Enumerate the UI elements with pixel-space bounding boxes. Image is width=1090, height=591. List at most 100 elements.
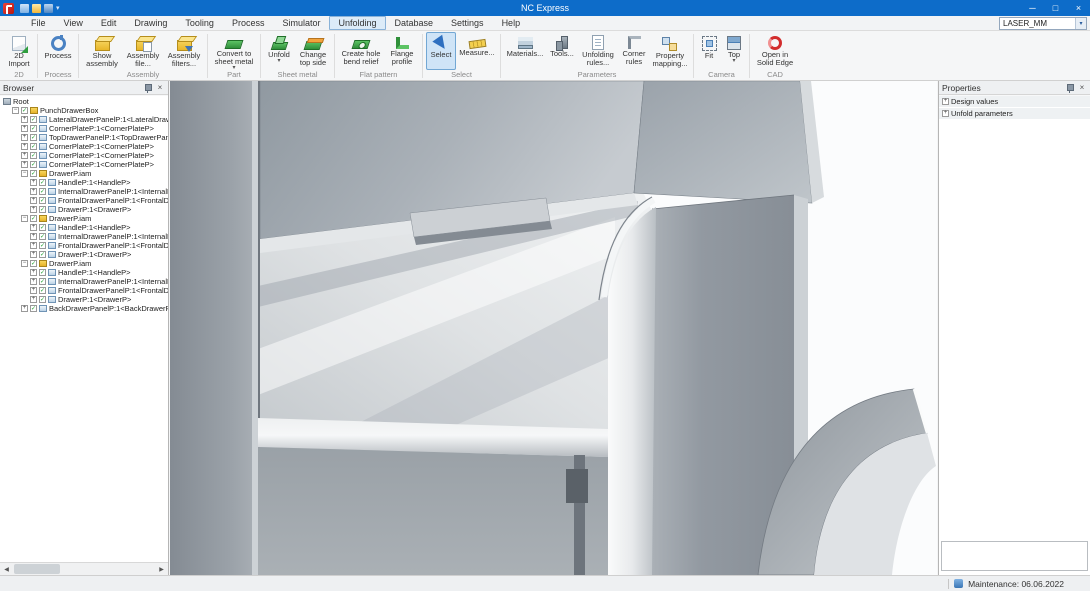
expand-icon[interactable]: + xyxy=(21,134,28,141)
checkbox[interactable]: ✓ xyxy=(39,269,46,276)
fit-button[interactable]: Fit xyxy=(697,32,721,70)
qat-icon-3[interactable] xyxy=(44,4,53,13)
machine-profile-combobox[interactable]: LASER_MM ▾ xyxy=(999,17,1087,30)
expand-icon[interactable]: + xyxy=(30,296,37,303)
tree-item[interactable]: − ✓ DrawerP.iam xyxy=(0,169,168,178)
show-assembly-button[interactable]: Show assembly xyxy=(82,32,122,70)
panel-close-icon[interactable]: × xyxy=(1077,83,1087,93)
menu-drawing[interactable]: Drawing xyxy=(125,16,176,30)
tree-item[interactable]: + ✓ HandleP:1<HandleP> xyxy=(0,178,168,187)
scroll-left-icon[interactable]: ◀ xyxy=(0,563,13,575)
tree-item[interactable]: + ✓ CornerPlateP:1<CornerPlateP> xyxy=(0,124,168,133)
expand-icon[interactable]: + xyxy=(30,242,37,249)
expand-icon[interactable]: + xyxy=(21,305,28,312)
expand-icon[interactable]: + xyxy=(30,233,37,240)
checkbox[interactable]: ✓ xyxy=(30,143,37,150)
checkbox[interactable]: ✓ xyxy=(30,152,37,159)
expand-icon[interactable]: + xyxy=(21,116,28,123)
select-button[interactable]: Select xyxy=(426,32,456,70)
menu-simulator[interactable]: Simulator xyxy=(273,16,329,30)
viewport-3d-scene[interactable] xyxy=(170,81,937,575)
materials-button[interactable]: Materials... xyxy=(504,32,546,70)
menu-unfolding[interactable]: Unfolding xyxy=(329,16,385,30)
process-button[interactable]: Process xyxy=(41,32,75,70)
collapse-icon[interactable]: − xyxy=(12,107,19,114)
menu-process[interactable]: Process xyxy=(223,16,274,30)
properties-group-unfold-parameters[interactable]: + Unfold parameters xyxy=(939,108,1090,120)
convert-to-sheet-metal-button[interactable]: Convert to sheet metal ▾ xyxy=(211,32,257,70)
checkbox[interactable]: ✓ xyxy=(30,170,37,177)
checkbox[interactable]: ✓ xyxy=(39,251,46,258)
checkbox[interactable]: ✓ xyxy=(39,224,46,231)
flange-profile-button[interactable]: Flange profile xyxy=(385,32,419,70)
checkbox[interactable]: ✓ xyxy=(30,305,37,312)
tree-item[interactable]: + ✓ CornerPlateP:1<CornerPlateP> xyxy=(0,160,168,169)
menu-view[interactable]: View xyxy=(55,16,92,30)
tools-button[interactable]: Tools... xyxy=(547,32,577,70)
assembly-file-button[interactable]: Assembly file... xyxy=(123,32,163,70)
panel-close-icon[interactable]: × xyxy=(155,83,165,93)
pin-icon[interactable] xyxy=(144,83,151,93)
measure-button[interactable]: Measure... xyxy=(457,32,497,70)
tree-item[interactable]: + ✓ DrawerP:1<DrawerP> xyxy=(0,205,168,214)
expand-icon[interactable]: + xyxy=(21,161,28,168)
qat-icon-1[interactable] xyxy=(20,4,29,13)
menu-file[interactable]: File xyxy=(22,16,55,30)
tree-item[interactable]: − ✓ PunchDrawerBox xyxy=(0,106,168,115)
checkbox[interactable]: ✓ xyxy=(39,287,46,294)
menu-help[interactable]: Help xyxy=(493,16,530,30)
property-mapping-button[interactable]: Property mapping... xyxy=(650,32,690,70)
tree-item[interactable]: + ✓ CornerPlateP:1<CornerPlateP> xyxy=(0,142,168,151)
menu-tooling[interactable]: Tooling xyxy=(176,16,223,30)
tree-item[interactable]: + ✓ HandleP:1<HandleP> xyxy=(0,223,168,232)
checkbox[interactable]: ✓ xyxy=(39,179,46,186)
expand-icon[interactable]: + xyxy=(30,224,37,231)
expand-icon[interactable]: + xyxy=(30,269,37,276)
maximize-button[interactable]: □ xyxy=(1044,0,1067,16)
expand-icon[interactable]: + xyxy=(942,98,949,105)
unfolding-rules-button[interactable]: Unfolding rules... xyxy=(578,32,618,70)
collapse-icon[interactable]: − xyxy=(21,215,28,222)
expand-icon[interactable]: + xyxy=(21,125,28,132)
close-button[interactable]: × xyxy=(1067,0,1090,16)
expand-icon[interactable]: + xyxy=(30,287,37,294)
checkbox[interactable]: ✓ xyxy=(39,197,46,204)
checkbox[interactable]: ✓ xyxy=(39,296,46,303)
tree-item[interactable]: + ✓ DrawerP:1<DrawerP> xyxy=(0,295,168,304)
expand-icon[interactable]: + xyxy=(30,278,37,285)
scrollbar-thumb[interactable] xyxy=(14,564,60,574)
expand-icon[interactable]: + xyxy=(942,110,949,117)
top-view-button[interactable]: Top ▾ xyxy=(722,32,746,70)
collapse-icon[interactable]: − xyxy=(21,170,28,177)
combobox-dropdown-icon[interactable]: ▾ xyxy=(1075,18,1086,29)
tree-item[interactable]: + ✓ LateralDrawerPanelP:1<LateralDrawerP… xyxy=(0,115,168,124)
menu-settings[interactable]: Settings xyxy=(442,16,493,30)
checkbox[interactable]: ✓ xyxy=(39,278,46,285)
expand-icon[interactable]: + xyxy=(30,206,37,213)
checkbox[interactable]: ✓ xyxy=(30,215,37,222)
pin-icon[interactable] xyxy=(1066,83,1073,93)
lateral-drawer-panel-3d[interactable] xyxy=(170,81,258,575)
expand-icon[interactable]: + xyxy=(30,179,37,186)
expand-icon[interactable]: + xyxy=(30,251,37,258)
expand-icon[interactable]: + xyxy=(30,197,37,204)
tree-item-root[interactable]: Root xyxy=(0,97,168,106)
checkbox[interactable]: ✓ xyxy=(30,161,37,168)
tree-item[interactable]: + ✓ InternalDrawerPanelP:1<InternalDrawe… xyxy=(0,232,168,241)
change-top-side-button[interactable]: Change top side xyxy=(295,32,331,70)
create-hole-bend-relief-button[interactable]: Create hole bend relief xyxy=(338,32,384,70)
2d-import-button[interactable]: 2D Import xyxy=(4,32,34,70)
tree-item[interactable]: − ✓ DrawerP.iam xyxy=(0,259,168,268)
tree-item[interactable]: + ✓ DrawerP:1<DrawerP> xyxy=(0,250,168,259)
tree-item[interactable]: + ✓ FrontalDrawerPanelP:1<FrontalDrawerP… xyxy=(0,286,168,295)
checkbox[interactable]: ✓ xyxy=(39,188,46,195)
qat-icon-2[interactable] xyxy=(32,4,41,13)
unfold-button[interactable]: Unfold ▾ xyxy=(264,32,294,70)
menu-edit[interactable]: Edit xyxy=(92,16,126,30)
browser-horizontal-scrollbar[interactable]: ◀ ▶ xyxy=(0,562,168,575)
expand-icon[interactable]: + xyxy=(30,188,37,195)
checkbox[interactable]: ✓ xyxy=(39,206,46,213)
tree-item[interactable]: + ✓ CornerPlateP:1<CornerPlateP> xyxy=(0,151,168,160)
open-in-solid-edge-button[interactable]: Open in Solid Edge xyxy=(753,32,797,70)
checkbox[interactable]: ✓ xyxy=(21,107,28,114)
